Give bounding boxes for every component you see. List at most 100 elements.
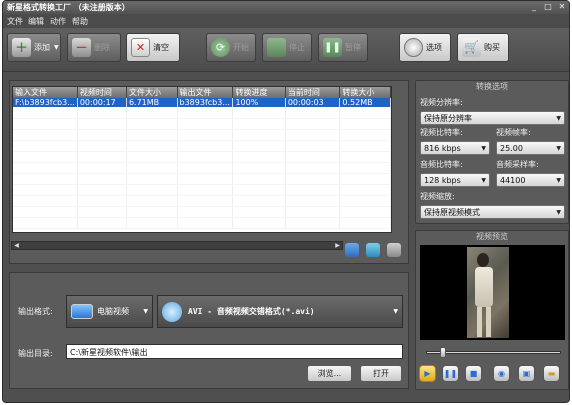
convert-start-icon: ⟳ — [211, 38, 230, 57]
samplerate-select[interactable]: 44100 ▼ — [496, 173, 565, 187]
start-button[interactable]: ⟳ 开始 — [206, 33, 256, 62]
stop-button-label: 停止 — [289, 43, 305, 52]
col-output-file[interactable]: 输出文件 — [177, 87, 234, 98]
close-button[interactable]: ✕ — [556, 2, 568, 12]
table-row — [13, 195, 391, 207]
video-bitrate-select[interactable]: 816 kbps ▼ — [420, 141, 490, 155]
audio-bitrate-label: 音频比特率: — [420, 160, 463, 169]
fullscreen-button[interactable]: ▣ — [518, 365, 535, 382]
chevron-down-icon: ▼ — [393, 308, 398, 315]
chevron-down-icon: ▼ — [556, 208, 561, 216]
pause-icon: ❚❚ — [443, 369, 458, 378]
col-progress[interactable]: 转换进度 — [232, 87, 286, 98]
chevron-down-icon: ▼ — [556, 176, 561, 184]
scale-select[interactable]: 保持原视频模式 ▼ — [420, 205, 565, 219]
scale-label: 视频缩放: — [420, 192, 455, 201]
file-table[interactable]: 输入文件 视频时间 文件大小 输出文件 转换进度 当前时间 转换大小 F:\b3… — [12, 86, 392, 233]
conversion-settings-panel: 转换选项 视频分辨率: 保持原分辨率 ▼ 视频比特率: 视频帧率: 816 kb… — [415, 80, 569, 224]
play-button[interactable]: ▶ — [419, 365, 436, 382]
framerate-select[interactable]: 25.00 ▼ — [496, 141, 565, 155]
clear-button[interactable]: ✕ 清空 — [126, 33, 180, 62]
video-frame-image — [467, 247, 509, 338]
col-current-time[interactable]: 当前时间 — [285, 87, 341, 98]
file-info-icon[interactable] — [387, 243, 401, 257]
chevron-down-icon: ▼ — [481, 176, 486, 184]
preview-header: 视频预览 — [476, 232, 508, 241]
add-button[interactable]: + 添加 ▼ — [7, 33, 61, 62]
col-input-file[interactable]: 输入文件 — [13, 87, 78, 98]
output-panel: 输出格式: 电脑视频 ▼ AVI - 音频视频交错格式(*.avi) ▼ 输出目… — [9, 272, 409, 389]
chevron-down-icon: ▼ — [481, 144, 486, 152]
cell-video-time: 00:00:17 — [77, 98, 127, 107]
scroll-left-arrow-icon[interactable]: ◀ — [12, 242, 21, 249]
minimize-button[interactable]: _ — [528, 2, 540, 12]
move-down-icon[interactable] — [345, 243, 359, 257]
col-file-size[interactable]: 文件大小 — [126, 87, 178, 98]
chevron-down-icon: ▼ — [556, 144, 561, 152]
device-select-value: 电脑视频 — [97, 307, 129, 316]
samplerate-label: 音频采样率: — [496, 160, 539, 169]
horizontal-scrollbar[interactable]: ◀ ▶ — [11, 241, 343, 250]
seek-slider-thumb[interactable] — [440, 347, 447, 358]
add-button-label: 添加 — [34, 43, 50, 52]
menu-action[interactable]: 动作 — [50, 16, 66, 27]
open-button[interactable]: 打开 — [360, 365, 402, 382]
cell-file-size: 6.71MB — [126, 98, 178, 107]
disc-options-icon — [404, 38, 423, 57]
format-select[interactable]: AVI - 音频视频交错格式(*.avi) ▼ — [157, 295, 403, 328]
cell-converted-size: 0.52MB — [339, 98, 391, 107]
open-folder-button[interactable]: ▬ — [543, 365, 560, 382]
table-row — [13, 184, 391, 196]
clear-list-icon: ✕ — [131, 38, 150, 57]
menu-help[interactable]: 帮助 — [72, 16, 88, 27]
scroll-right-arrow-icon[interactable]: ▶ — [333, 242, 342, 249]
window-title: 新星格式转换工厂 （未注册版本） — [7, 3, 130, 12]
pause-preview-button[interactable]: ❚❚ — [442, 365, 459, 382]
menu-file[interactable]: 文件 — [7, 16, 23, 27]
framerate-label: 视频帧率: — [496, 128, 531, 137]
buy-button[interactable]: 🛒 购买 — [457, 33, 509, 62]
browse-button[interactable]: 浏览... — [307, 365, 352, 382]
resolution-value: 保持原分辨率 — [424, 113, 472, 123]
cell-current-time: 00:00:03 — [285, 98, 341, 107]
table-row — [13, 151, 391, 163]
table-row[interactable]: F:\b3893fcb3... 00:00:17 6.71MB b3893fcb… — [13, 98, 391, 107]
delete-button[interactable]: − 删除 — [67, 33, 121, 62]
file-list-panel: 输入文件 视频时间 文件大小 输出文件 转换进度 当前时间 转换大小 F:\b3… — [9, 80, 409, 264]
chevron-down-icon[interactable]: ▼ — [54, 44, 59, 51]
audio-bitrate-select[interactable]: 128 kbps ▼ — [420, 173, 490, 187]
stop-icon: ■ — [469, 369, 478, 378]
move-up-icon[interactable] — [366, 243, 380, 257]
stop-preview-button[interactable]: ■ — [465, 365, 482, 382]
col-video-time[interactable]: 视频时间 — [77, 87, 127, 98]
menu-edit[interactable]: 编辑 — [28, 16, 44, 27]
device-select[interactable]: 电脑视频 ▼ — [66, 295, 153, 328]
audio-bitrate-value: 128 kbps — [424, 175, 461, 185]
pause-button[interactable]: ❚❚ 暂停 — [318, 33, 368, 62]
folder-icon: ▬ — [547, 369, 556, 378]
table-row — [13, 217, 391, 229]
table-row — [13, 206, 391, 218]
preview-screen — [420, 245, 565, 340]
title-bar: 新星格式转换工厂 （未注册版本） _ □ ✕ — [3, 1, 569, 14]
output-format-label: 输出格式: — [18, 307, 53, 316]
cell-input-file: F:\b3893fcb3... — [13, 98, 78, 107]
toolbar: + 添加 ▼ − 删除 ✕ 清空 ⟳ 开始 停止 ❚❚ 暂停 选项 🛒 购买 — [3, 28, 569, 72]
cell-progress: 100% — [232, 98, 286, 107]
output-dir-field[interactable]: C:\新星视频软件\输出 — [66, 344, 403, 359]
preview-seek-slider[interactable] — [426, 347, 561, 358]
snapshot-button[interactable]: ◉ — [493, 365, 510, 382]
resolution-select[interactable]: 保持原分辨率 ▼ — [420, 111, 565, 125]
fullscreen-icon: ▣ — [522, 369, 531, 378]
chevron-down-icon: ▼ — [143, 308, 148, 315]
stop-button[interactable]: 停止 — [262, 33, 312, 62]
maximize-button[interactable]: □ — [542, 2, 554, 12]
options-button[interactable]: 选项 — [399, 33, 451, 62]
pause-icon: ❚❚ — [323, 38, 342, 57]
format-select-value: AVI - 音频视频交错格式(*.avi) — [188, 307, 315, 316]
table-row — [13, 162, 391, 174]
video-bitrate-label: 视频比特率: — [420, 128, 463, 137]
cell-output-file: b3893fcb3... — [177, 98, 234, 107]
stop-icon — [267, 38, 286, 57]
col-converted-size[interactable]: 转换大小 — [339, 87, 391, 98]
